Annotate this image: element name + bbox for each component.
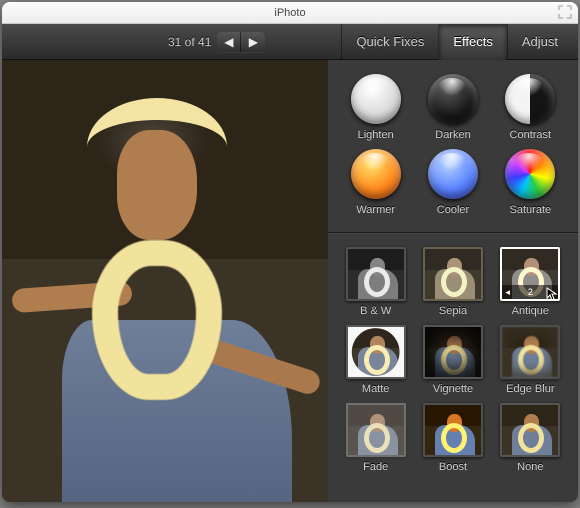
- effect-edgeblur[interactable]: Edge Blur: [495, 325, 566, 395]
- tab-quickfixes[interactable]: Quick Fixes: [341, 24, 438, 60]
- chevron-left-icon: ◀: [224, 35, 233, 49]
- effect-thumb: [500, 403, 560, 457]
- stepper-decrease-button[interactable]: ◂: [505, 287, 510, 298]
- effect-label: Matte: [362, 383, 390, 395]
- stepper-value: 2: [528, 287, 533, 297]
- effect-none[interactable]: None: [495, 403, 566, 473]
- orb-label: Saturate: [510, 204, 552, 216]
- orb-contrast[interactable]: Contrast: [495, 74, 566, 141]
- photo-viewport[interactable]: [2, 60, 328, 502]
- tab-effects[interactable]: Effects: [438, 24, 507, 60]
- warmer-icon: [351, 149, 401, 199]
- lighten-icon: [351, 74, 401, 124]
- saturate-icon: [505, 149, 555, 199]
- effect-thumb: [346, 247, 406, 301]
- orb-darken[interactable]: Darken: [417, 74, 488, 141]
- effect-label: B & W: [360, 305, 391, 317]
- effect-label: Boost: [439, 461, 467, 473]
- tab-adjust[interactable]: Adjust: [507, 24, 572, 60]
- effect-sepia[interactable]: Sepia: [417, 247, 488, 317]
- effect-thumb: [500, 325, 560, 379]
- nav-buttons: ◀ ▶: [217, 32, 265, 52]
- orb-label: Darken: [435, 129, 470, 141]
- effect-matte[interactable]: Matte: [340, 325, 411, 395]
- orb-label: Contrast: [510, 129, 552, 141]
- orb-label: Lighten: [358, 129, 394, 141]
- cursor-icon: [546, 287, 560, 301]
- effect-vignette[interactable]: Vignette: [417, 325, 488, 395]
- effect-label: Sepia: [439, 305, 467, 317]
- panel-divider: [328, 232, 578, 233]
- adjust-orbs-grid: Lighten Darken Contrast Warmer Cooler Saturat…: [340, 74, 566, 216]
- app-title: iPhoto: [274, 7, 305, 19]
- effect-thumb: [423, 403, 483, 457]
- effect-bw[interactable]: B & W: [340, 247, 411, 317]
- effects-panel: Lighten Darken Contrast Warmer Cooler Saturat…: [328, 60, 578, 502]
- effect-label: Vignette: [433, 383, 473, 395]
- photo-counter: 31 of 41: [168, 35, 211, 49]
- effect-label: None: [517, 461, 543, 473]
- tab-label: Quick Fixes: [356, 34, 424, 49]
- fullscreen-icon[interactable]: [558, 5, 572, 22]
- cooler-icon: [428, 149, 478, 199]
- edit-tabs: Quick Fixes Effects Adjust: [341, 24, 572, 60]
- prev-photo-button[interactable]: ◀: [217, 32, 241, 52]
- next-photo-button[interactable]: ▶: [241, 32, 265, 52]
- app-window: iPhoto 31 of 41 ◀ ▶ Quick Fixes Effects Ad…: [2, 2, 578, 502]
- contrast-icon: [505, 74, 555, 124]
- orb-lighten[interactable]: Lighten: [340, 74, 411, 141]
- effect-boost[interactable]: Boost: [417, 403, 488, 473]
- orb-warmer[interactable]: Warmer: [340, 149, 411, 216]
- effect-antique[interactable]: ◂2▸Antique: [495, 247, 566, 317]
- tab-label: Effects: [453, 34, 493, 49]
- orb-label: Cooler: [437, 204, 469, 216]
- effect-thumb: [423, 325, 483, 379]
- orb-saturate[interactable]: Saturate: [495, 149, 566, 216]
- darken-icon: [428, 74, 478, 124]
- titlebar: iPhoto: [2, 2, 578, 24]
- orb-label: Warmer: [356, 204, 395, 216]
- effect-thumb: [346, 403, 406, 457]
- orb-cooler[interactable]: Cooler: [417, 149, 488, 216]
- effect-label: Fade: [363, 461, 388, 473]
- tab-label: Adjust: [522, 34, 558, 49]
- effect-fade[interactable]: Fade: [340, 403, 411, 473]
- effect-thumb: ◂2▸: [500, 247, 560, 301]
- toolbar: 31 of 41 ◀ ▶ Quick Fixes Effects Adjust: [2, 24, 578, 60]
- effect-label: Antique: [512, 305, 549, 317]
- chevron-right-icon: ▶: [249, 35, 258, 49]
- effect-label: Edge Blur: [506, 383, 554, 395]
- effect-thumb: [346, 325, 406, 379]
- content: Lighten Darken Contrast Warmer Cooler Saturat…: [2, 60, 578, 502]
- effect-thumb: [423, 247, 483, 301]
- effect-thumbs-grid: B & WSepia◂2▸AntiqueMatteVignetteEdge Bl…: [340, 247, 566, 473]
